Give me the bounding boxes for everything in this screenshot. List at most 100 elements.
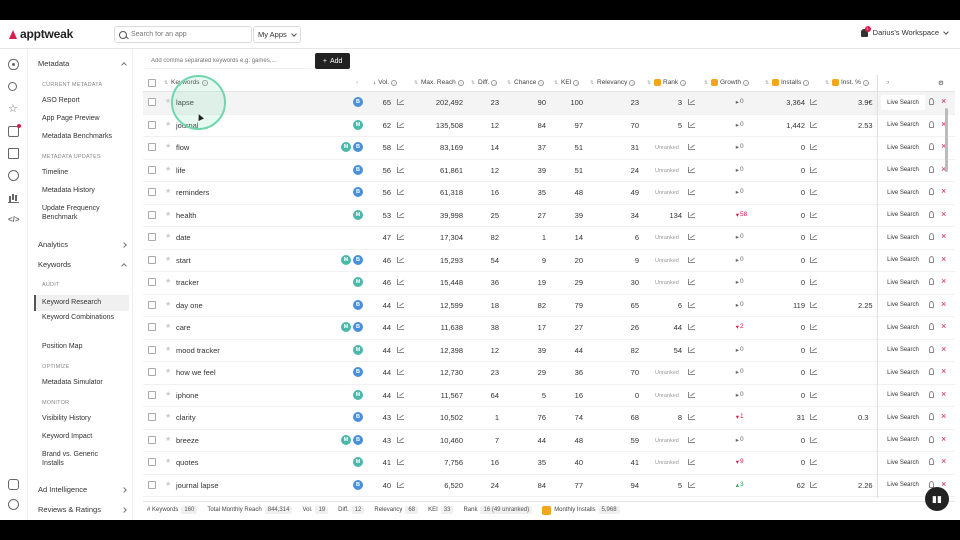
trend-chart-icon[interactable] — [688, 279, 695, 285]
help-icon[interactable]: ? — [491, 79, 498, 86]
keyword-text[interactable]: reminders — [176, 188, 209, 197]
trend-chart-icon[interactable] — [810, 166, 817, 173]
star-icon[interactable]: ★ — [165, 345, 171, 353]
app-search-box[interactable] — [114, 26, 252, 43]
lightbulb-icon[interactable] — [929, 458, 934, 465]
sidebar-item-metadata-benchmarks[interactable]: Metadata Benchmarks — [34, 132, 129, 141]
keyword-text[interactable]: start — [176, 256, 191, 265]
star-icon[interactable]: ★ — [165, 435, 171, 443]
row-checkbox[interactable] — [148, 188, 156, 196]
row-checkbox[interactable] — [148, 458, 156, 466]
star-icon[interactable]: ★ — [165, 120, 171, 128]
delete-icon[interactable]: × — [941, 411, 946, 421]
keyword-text[interactable]: date — [176, 233, 191, 242]
trend-chart-icon[interactable] — [688, 166, 695, 173]
trend-chart-icon[interactable] — [397, 459, 404, 465]
table-row[interactable]: ★ clarity B 43 10,502 1 76 74 68 8 ▾ 1 31 0.3 Live Sea… — [143, 407, 955, 430]
live-search-button[interactable]: Live Search — [881, 387, 925, 403]
row-checkbox[interactable] — [148, 480, 156, 489]
trend-chart-icon[interactable] — [397, 481, 404, 488]
sidebar-item-metadata-simulator[interactable]: Metadata Simulator — [34, 378, 129, 387]
row-checkbox[interactable] — [148, 323, 156, 331]
trend-chart-icon[interactable] — [688, 144, 695, 150]
help-icon[interactable]: ? — [573, 79, 580, 86]
sidebar-item-position-map[interactable]: Position Map — [34, 342, 129, 351]
live-search-button[interactable]: Live Search — [881, 410, 925, 425]
row-checkbox[interactable] — [148, 98, 156, 106]
trend-chart-icon[interactable] — [397, 369, 404, 375]
row-checkbox[interactable] — [148, 143, 156, 151]
keyword-text[interactable]: journal lapse — [176, 481, 219, 490]
eye-icon[interactable] — [8, 59, 19, 70]
delete-icon[interactable]: × — [941, 299, 946, 309]
keyword-text[interactable]: iphone — [176, 391, 199, 400]
live-search-button[interactable]: Live Search — [881, 185, 925, 200]
delete-icon[interactable]: × — [941, 434, 946, 444]
keyword-text[interactable]: mood tracker — [176, 346, 220, 355]
code-icon[interactable]: </> — [8, 214, 20, 225]
my-apps-dropdown[interactable]: My Apps — [253, 26, 301, 43]
trend-chart-icon[interactable] — [397, 121, 404, 128]
col-header-inst-pct[interactable]: ⇅ Inst. %? — [825, 79, 869, 86]
col-header-rank[interactable]: ⇅ Rank? — [647, 79, 687, 86]
add-keywords-button[interactable]: + Add — [315, 53, 350, 69]
trend-chart-icon[interactable] — [810, 301, 817, 308]
star-icon[interactable]: ★ — [165, 232, 171, 240]
lightbulb-icon[interactable] — [929, 390, 934, 398]
col-header-installs[interactable]: ⇅ Installs? — [765, 79, 810, 86]
lightbulb-icon[interactable] — [929, 210, 934, 218]
keyword-text[interactable]: care — [176, 323, 191, 332]
trend-chart-icon[interactable] — [397, 346, 404, 353]
trend-chart-icon[interactable] — [688, 99, 695, 105]
row-checkbox[interactable] — [148, 120, 156, 129]
bell-icon[interactable]: 1 — [860, 25, 871, 37]
live-search-button[interactable]: Live Search — [881, 162, 925, 178]
user-icon[interactable] — [8, 499, 19, 510]
help-icon[interactable]: ? — [538, 79, 545, 86]
lightbulb-icon[interactable] — [929, 233, 934, 240]
help-chat-icon[interactable]: ▮▮ — [925, 487, 949, 511]
trend-chart-icon[interactable] — [810, 121, 817, 128]
star-icon[interactable]: ★ — [165, 480, 171, 488]
delete-icon[interactable]: × — [941, 276, 946, 286]
row-checkbox[interactable] — [148, 233, 156, 241]
star-icon[interactable]: ★ — [165, 457, 171, 465]
keyword-text[interactable]: day one — [176, 301, 203, 310]
trend-chart-icon[interactable] — [397, 324, 404, 330]
col-header-growth[interactable]: ⇅ Growth? — [704, 79, 749, 86]
lightbulb-icon[interactable] — [929, 98, 934, 105]
trend-chart-icon[interactable] — [397, 414, 404, 420]
table-row[interactable]: ★ flow M B 58 83,169 14 37 51 31 Unranked ▸ 0 0 Live S… — [143, 137, 955, 160]
help-icon[interactable]: ? — [803, 79, 810, 86]
table-row[interactable]: ★ lapse B 65 202,492 23 90 100 23 3 ▸ 0 3,364 3.9€ Liv… — [143, 92, 955, 115]
lightbulb-icon[interactable] — [929, 165, 934, 173]
live-search-button[interactable]: Live Search — [881, 297, 925, 313]
keyword-text[interactable]: flow — [176, 143, 189, 152]
chat-icon[interactable] — [8, 124, 21, 137]
trend-chart-icon[interactable] — [688, 459, 695, 465]
table-row[interactable]: ★ quotes M 41 7,756 16 35 40 41 Unranked ▾ 9 0 Live S… — [143, 452, 955, 475]
trend-chart-icon[interactable] — [397, 279, 404, 285]
live-search-button[interactable]: Live Search — [881, 365, 925, 380]
trend-chart-icon[interactable] — [810, 436, 817, 443]
table-row[interactable]: ★ iphone M 44 11,567 64 5 16 0 Unranked ▸ 0 0 Live Se… — [143, 385, 955, 407]
add-keywords-input[interactable] — [145, 53, 312, 69]
trend-chart-icon[interactable] — [397, 234, 404, 240]
delete-icon[interactable]: × — [941, 321, 946, 331]
vertical-scrollbar[interactable] — [945, 108, 948, 172]
delete-icon[interactable]: × — [941, 344, 946, 354]
trend-chart-icon[interactable] — [397, 189, 404, 195]
nav-section-reviews-ratings[interactable]: Reviews & Ratings — [38, 505, 127, 514]
nav-section-keywords[interactable]: Keywords — [38, 260, 127, 269]
sidebar-item-keyword-impact[interactable]: Keyword Impact — [34, 432, 129, 441]
bar-chart-icon[interactable] — [8, 192, 19, 203]
workspace-menu[interactable]: 1 Darius's Workspace — [860, 25, 949, 37]
keyword-text[interactable]: health — [176, 211, 196, 220]
star-icon[interactable]: ★ — [165, 367, 171, 375]
delete-icon[interactable]: × — [941, 389, 946, 399]
table-row[interactable]: ★ tracker M 46 15,448 36 19 29 30 Unranked ▸ 0 0 Live… — [143, 272, 955, 295]
lightbulb-icon[interactable] — [929, 345, 934, 353]
trend-chart-icon[interactable] — [397, 166, 404, 173]
sidebar-item-keyword-research[interactable]: Keyword Research — [34, 295, 129, 311]
trend-chart-icon[interactable] — [688, 121, 695, 128]
